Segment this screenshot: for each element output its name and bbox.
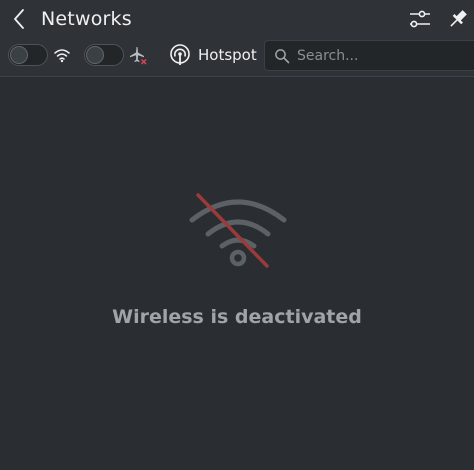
search-input[interactable] bbox=[297, 47, 474, 64]
header-bar: Networks Hotspot Search... bbox=[0, 0, 474, 76]
airplane-mode-toggle[interactable] bbox=[84, 44, 124, 66]
hotspot-label: Hotspot bbox=[198, 46, 257, 64]
wireless-disabled-icon bbox=[189, 193, 287, 268]
toggle-knob bbox=[86, 46, 104, 64]
pin-button[interactable] bbox=[445, 6, 471, 32]
search-icon bbox=[274, 48, 290, 64]
hotspot-icon bbox=[168, 43, 192, 67]
airplane-mode-icon bbox=[128, 45, 148, 65]
configure-button[interactable] bbox=[407, 6, 433, 32]
toggle-knob bbox=[10, 46, 28, 64]
networks-applet: Networks Hotspot Search... Wireless is d… bbox=[0, 0, 474, 470]
configure-sliders-icon bbox=[410, 10, 430, 28]
chevron-left-icon bbox=[14, 9, 24, 29]
search-field[interactable] bbox=[264, 40, 474, 71]
wifi-icon bbox=[52, 45, 72, 65]
page-title: Networks bbox=[41, 8, 132, 30]
hotspot-button[interactable]: Hotspot bbox=[162, 40, 263, 70]
back-button[interactable] bbox=[8, 6, 30, 32]
header-divider bbox=[0, 76, 474, 77]
wifi-toggle[interactable] bbox=[8, 44, 48, 66]
pin-icon bbox=[450, 10, 467, 27]
status-message: Wireless is deactivated bbox=[112, 306, 362, 328]
